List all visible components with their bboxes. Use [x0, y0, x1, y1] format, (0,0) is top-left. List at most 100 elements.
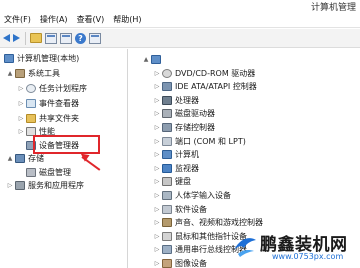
- device-category-item[interactable]: ▷ 端口 (COM 和 LPT): [153, 135, 246, 147]
- tree-item-system-tools[interactable]: ▲ 系统工具: [6, 67, 60, 79]
- expand-icon[interactable]: ▷: [153, 219, 161, 226]
- expand-icon[interactable]: ▷: [6, 182, 14, 189]
- mouse-icon: [162, 231, 172, 241]
- device-category-item[interactable]: ▷ 声音、视频和游戏控制器: [153, 217, 263, 229]
- menu-file[interactable]: 文件(F): [4, 14, 31, 25]
- toolbar: ?: [0, 29, 360, 48]
- tree-item-disk-management[interactable]: 磁盘管理: [25, 166, 71, 178]
- expand-icon[interactable]: ▷: [17, 115, 25, 122]
- tree-item-computer-management[interactable]: 计算机管理(本地): [3, 52, 79, 64]
- device-category-item[interactable]: ▷ 键盘: [153, 176, 191, 188]
- properties-icon: [60, 32, 72, 44]
- forward-arrow-icon: [13, 34, 20, 42]
- keyboard-icon: [162, 177, 172, 187]
- hdd-icon: [162, 109, 172, 119]
- device-category-item[interactable]: ▷ IDE ATA/ATAPI 控制器: [153, 81, 257, 93]
- properties-button[interactable]: [60, 32, 72, 45]
- device-category-item[interactable]: ▷ 软件设备: [153, 203, 207, 215]
- console-tree-button[interactable]: [45, 32, 57, 45]
- expand-icon[interactable]: ▷: [153, 246, 161, 253]
- computer-icon: [151, 54, 161, 64]
- title-bar: 计算机管理: [0, 0, 360, 13]
- device-category-item[interactable]: ▷ 处理器: [153, 94, 199, 106]
- sound-icon: [162, 218, 172, 228]
- tree-item-event-viewer[interactable]: ▷ 事件查看器: [17, 97, 79, 109]
- expand-icon[interactable]: ▷: [153, 165, 161, 172]
- device-category-item[interactable]: ▷ 人体学输入设备: [153, 189, 231, 201]
- tree-item-services-apps[interactable]: ▷ 服务和应用程序: [6, 179, 84, 191]
- tree-item-label: 计算机管理(本地): [17, 53, 80, 63]
- device-category-item[interactable]: ▷ 存储控制器: [153, 121, 215, 133]
- tree-item-label: 图像设备: [175, 258, 207, 268]
- ide-icon: [162, 82, 172, 92]
- tree-item-label: 软件设备: [175, 204, 207, 214]
- expand-icon[interactable]: ▷: [17, 85, 25, 92]
- hid-icon: [162, 190, 172, 200]
- expand-icon[interactable]: ▷: [153, 260, 161, 267]
- services-icon: [15, 180, 25, 190]
- view-button[interactable]: [89, 32, 101, 45]
- tools-icon: [15, 68, 25, 78]
- folder-icon: [26, 113, 36, 123]
- up-folder-button[interactable]: [30, 32, 42, 45]
- back-arrow-icon: [3, 34, 10, 42]
- expand-icon[interactable]: ▷: [153, 192, 161, 199]
- watermark-url: www.0753px.com: [272, 252, 344, 261]
- up-folder-icon: [30, 33, 42, 43]
- expand-icon[interactable]: ▷: [153, 70, 161, 77]
- collapse-icon[interactable]: ▲: [6, 70, 14, 77]
- console-tree-icon: [45, 32, 57, 44]
- expand-icon[interactable]: ▷: [153, 178, 161, 185]
- device-category-item[interactable]: ▷ 图像设备: [153, 257, 207, 268]
- computer-icon: [162, 150, 172, 160]
- tree-item-label: 监视器: [175, 163, 199, 173]
- monitor-icon: [162, 163, 172, 173]
- tree-item-label: 共享文件夹: [39, 113, 79, 123]
- collapse-icon[interactable]: ▲: [6, 155, 14, 162]
- expand-icon[interactable]: ▷: [153, 83, 161, 90]
- software-device-icon: [162, 204, 172, 214]
- imaging-icon: [162, 258, 172, 268]
- tree-item-task-scheduler[interactable]: ▷ 任务计划程序: [17, 82, 87, 94]
- device-category-item[interactable]: ▷ 监视器: [153, 162, 199, 174]
- watermark: 鹏鑫装机网 www.0753px.com: [232, 230, 358, 266]
- expand-icon[interactable]: ▷: [153, 206, 161, 213]
- view-icon: [89, 32, 101, 44]
- tree-item-label: IDE ATA/ATAPI 控制器: [175, 82, 257, 92]
- expand-icon[interactable]: ▷: [153, 124, 161, 131]
- bird-logo-icon: [234, 238, 256, 257]
- menu-bar: 文件(F) 操作(A) 查看(V) 帮助(H): [0, 12, 360, 28]
- disk-icon: [26, 167, 36, 177]
- tree-item-label: 计算机: [175, 150, 199, 160]
- device-tree-root[interactable]: ▲: [142, 53, 164, 65]
- tree-item-label: 声音、视频和游戏控制器: [175, 218, 263, 228]
- expand-icon[interactable]: ▷: [153, 138, 161, 145]
- help-icon: ?: [75, 32, 86, 44]
- usb-icon: [162, 245, 172, 255]
- back-button[interactable]: [3, 32, 10, 45]
- tree-item-label: 磁盘管理: [39, 167, 71, 177]
- expand-icon[interactable]: ▷: [153, 110, 161, 117]
- tree-item-label: 服务和应用程序: [28, 180, 84, 190]
- expand-icon[interactable]: ▷: [153, 151, 161, 158]
- device-category-item[interactable]: ▷ 磁盘驱动器: [153, 108, 215, 120]
- annotation-highlight-box: [33, 135, 100, 154]
- expand-icon[interactable]: ▷: [17, 100, 25, 107]
- expand-icon[interactable]: ▷: [153, 233, 161, 240]
- tree-item-label: 处理器: [175, 95, 199, 105]
- collapse-icon[interactable]: ▲: [142, 56, 150, 63]
- device-category-item[interactable]: ▷ DVD/CD-ROM 驱动器: [153, 67, 255, 79]
- port-icon: [162, 136, 172, 146]
- expand-icon[interactable]: ▷: [17, 128, 25, 135]
- clock-icon: [26, 83, 36, 93]
- tree-item-label: DVD/CD-ROM 驱动器: [175, 68, 256, 78]
- forward-button[interactable]: [13, 32, 20, 45]
- device-category-item[interactable]: ▷ 计算机: [153, 149, 199, 161]
- expand-icon[interactable]: ▷: [153, 97, 161, 104]
- menu-action[interactable]: 操作(A): [40, 14, 68, 25]
- menu-help[interactable]: 帮助(H): [113, 14, 141, 25]
- help-button[interactable]: ?: [75, 32, 86, 45]
- dvd-icon: [162, 68, 172, 78]
- menu-view[interactable]: 查看(V): [77, 14, 105, 25]
- tree-item-shared-folders[interactable]: ▷ 共享文件夹: [17, 112, 79, 124]
